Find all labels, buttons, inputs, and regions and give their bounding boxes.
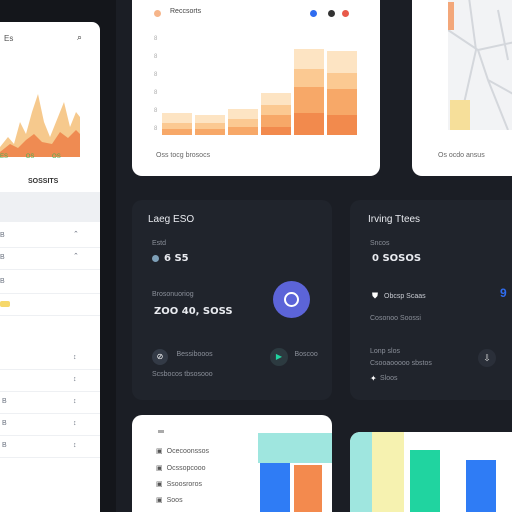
item-1[interactable]: Obcsp Scaas (384, 293, 426, 300)
bar-segment (327, 115, 357, 135)
compass-icon: ⊘ (152, 349, 168, 365)
list-card: ▣ Ocecoonssos ▣ Ocssopcooo ▣ Ssoosroros ▣ So… (132, 415, 332, 512)
bar-segment (327, 51, 357, 73)
map-card: Os ocdo ansus (412, 0, 512, 176)
list-row[interactable]: B ⌃ (0, 226, 100, 248)
stat-card-1: Laeg ESO Estd 6 S5 Brosonuoriog ZOO 40, … (132, 200, 332, 400)
bar-segment (228, 119, 258, 127)
bar-segment (261, 127, 291, 135)
list-card-header-dot (158, 430, 164, 433)
left-panel: Es ⌕ ES OS OS SOSSITS B ⌃ B ⌃ B ↕ ↕ B ↕ B ↕ … (0, 22, 100, 512)
bar-segment (327, 89, 357, 115)
list-item[interactable]: ▣ Ocecoonssos (156, 447, 209, 455)
list-item[interactable]: ▣ Soos (156, 496, 183, 504)
revenue-title: Reccsorts (170, 8, 202, 15)
bar-segment (162, 113, 192, 123)
teal-strip (258, 433, 332, 463)
status-dot (154, 10, 161, 17)
item-3: Sloos (380, 375, 398, 382)
search-icon[interactable]: ⌕ (77, 32, 82, 43)
stat-small-label: Estd (152, 240, 167, 247)
bar-segment (195, 123, 225, 129)
bar-segment (294, 87, 324, 113)
download-button[interactable]: ⇩ (478, 349, 496, 367)
stat-dot-icon (152, 255, 159, 262)
blue-bar (466, 460, 496, 512)
revenue-footer: Oss tocg brosocs (156, 152, 211, 159)
stat-value: 6 S5 (164, 253, 189, 264)
teal-column (350, 432, 372, 512)
bar-segment (294, 49, 324, 69)
list-item[interactable]: ▣ Ssoosroros (156, 480, 202, 488)
bar-segment (261, 93, 291, 105)
stat2-small-label: Sncos (370, 240, 390, 247)
stat-card-2-title: Irving Ttees (368, 214, 421, 225)
list-row[interactable]: B ↕ (0, 436, 100, 458)
list-label: SOSSITS (28, 178, 59, 185)
bottom-right-chart (350, 432, 512, 512)
stat-footer: Scsbocos tbsosooo (152, 371, 213, 378)
bar-segment (228, 127, 258, 135)
stat-card-2: Irving Ttees Sncos 0 SOSOS ⛊ Obcsp Scaas… (350, 200, 512, 400)
item-2-sub: Csooaooooo sbstos (370, 360, 432, 367)
bar-orange (294, 465, 322, 512)
bar-segment (261, 115, 291, 127)
shield-icon: ⛊ (372, 291, 378, 300)
list-highlight[interactable] (0, 192, 100, 222)
tab-1[interactable]: ES (0, 154, 8, 160)
stat-big-value: ZOO 40, SOSS (154, 306, 233, 317)
info-icon[interactable] (310, 10, 317, 17)
list-row[interactable]: ↕ (0, 370, 100, 392)
stat2-value: 0 SOSOS (372, 253, 422, 264)
check-icon: ✦ (370, 374, 377, 383)
bar-segment (195, 129, 225, 135)
record-button[interactable] (273, 281, 310, 318)
alert-icon[interactable] (342, 10, 349, 17)
yellow-column (372, 432, 404, 512)
user-icon[interactable] (328, 10, 335, 17)
action-2[interactable]: ▶ Boscoo (270, 346, 318, 366)
area-chart (0, 94, 80, 157)
stat-sub-label: Brosonuoriog (152, 291, 194, 298)
bar-segment (294, 113, 324, 135)
bar-segment (162, 123, 192, 129)
y-axis-labels: 888888 (154, 36, 158, 132)
map-footer: Os ocdo ansus (438, 152, 485, 159)
play-icon: ▶ (270, 348, 288, 366)
stacked-bar-chart (162, 49, 357, 135)
revenue-card: Reccsorts 888888 Oss tocg brosocs (132, 0, 380, 176)
list-row[interactable]: B ⌃ (0, 248, 100, 270)
bar-blue (260, 463, 290, 512)
left-panel-title: Es (4, 34, 14, 43)
map-view[interactable] (448, 0, 512, 130)
list-row[interactable]: B ↕ (0, 414, 100, 436)
item-2[interactable]: Lonp slos (370, 348, 400, 355)
action-1[interactable]: ⊘ Bessibooos (152, 346, 213, 365)
list-row-highlight[interactable] (0, 294, 100, 316)
bar-segment (261, 105, 291, 115)
info-icon-blue[interactable]: 9 (500, 286, 507, 300)
bar-segment (228, 109, 258, 119)
bar-segment (327, 73, 357, 89)
chart-tabs: ES OS OS (0, 154, 80, 160)
list-row[interactable]: B ↕ (0, 392, 100, 414)
item-1-sub: Cosonoo Soossi (370, 315, 421, 322)
list-row[interactable]: B (0, 272, 100, 294)
bar-segment (294, 69, 324, 87)
bar-segment (162, 129, 192, 135)
tab-2[interactable]: OS (26, 154, 35, 160)
tab-3[interactable]: OS (52, 154, 61, 160)
bar-segment (195, 115, 225, 123)
list-item[interactable]: ▣ Ocssopcooo (156, 464, 206, 472)
ring-icon (284, 292, 299, 307)
list-row[interactable]: ↕ (0, 348, 100, 370)
green-bar (410, 450, 440, 512)
yellow-dot (0, 301, 10, 307)
stat-card-1-title: Laeg ESO (148, 214, 195, 225)
